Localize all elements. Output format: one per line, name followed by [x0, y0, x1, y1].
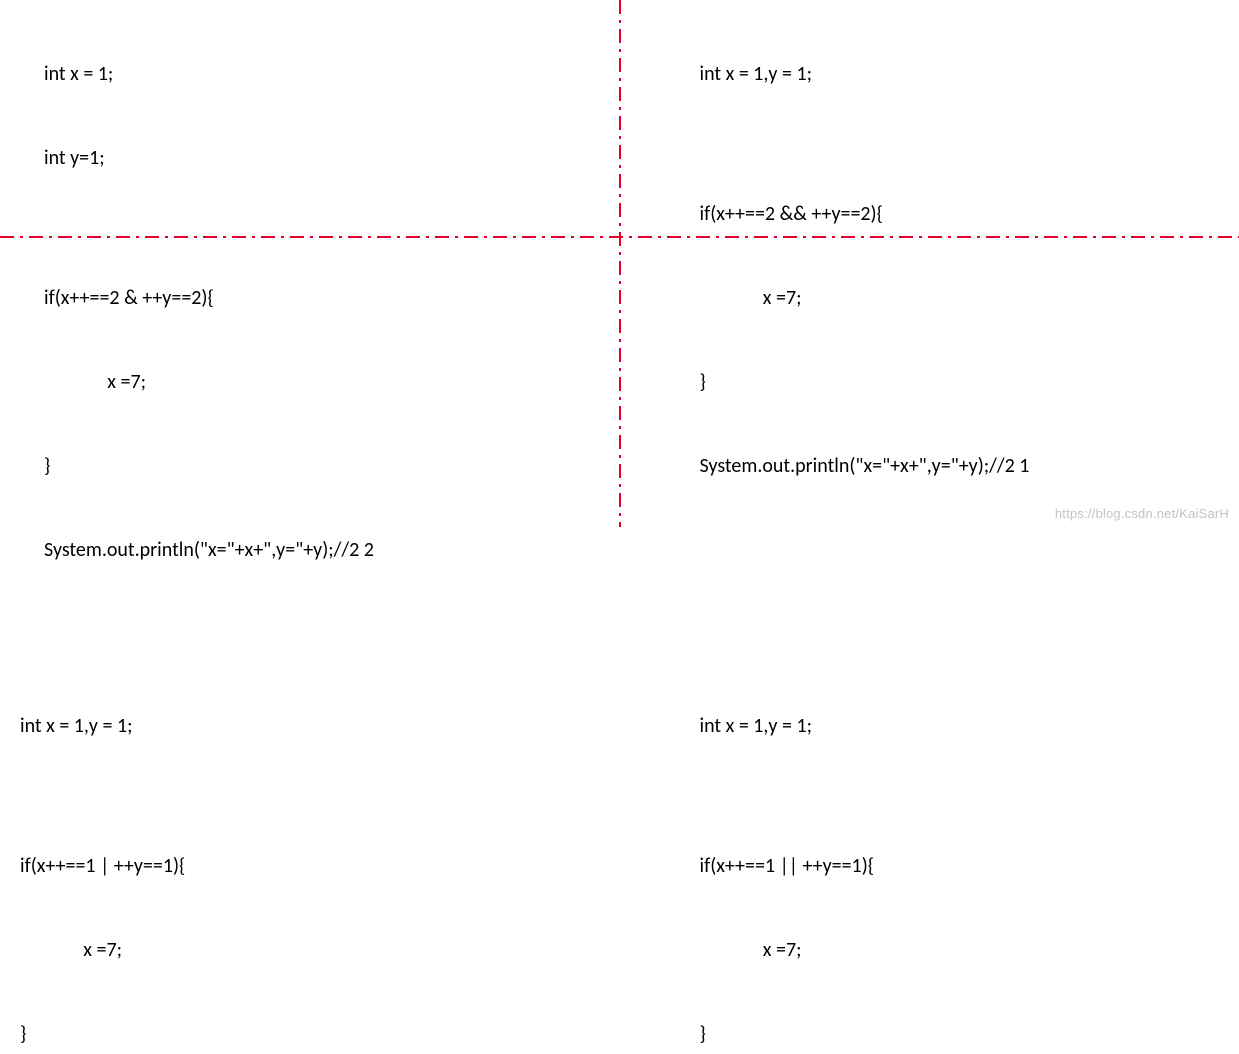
code-line: System.out.println("x="+x+",y="+y);//2 1: [700, 452, 1220, 480]
quadrant-bottom-right: int x = 1,y = 1; if(x++==1 || ++y==1){ x…: [620, 628, 1239, 1054]
code-line: x =7;: [20, 936, 600, 964]
watermark-text: https://blog.csdn.net/KaiSarH: [1055, 506, 1229, 521]
code-line: x =7;: [700, 284, 1220, 312]
code-line: if(x++==1 | ++y==1){: [20, 852, 600, 880]
code-line: if(x++==2 && ++y==2){: [700, 200, 1220, 228]
code-line: System.out.println("x="+x+",y="+y);//2 2: [44, 536, 600, 564]
quadrant-bottom-left: int x = 1,y = 1; if(x++==1 | ++y==1){ x …: [0, 628, 620, 1054]
code-line: }: [700, 1020, 1220, 1048]
code-line: if(x++==2 & ++y==2){: [44, 284, 600, 312]
code-line: int y=1;: [44, 144, 600, 172]
code-line: x =7;: [700, 936, 1220, 964]
code-line: int x = 1,y = 1;: [700, 712, 1220, 740]
code-line: }: [20, 1020, 600, 1048]
code-line: }: [700, 368, 1220, 396]
code-line: int x = 1;: [44, 60, 600, 88]
quadrant-top-right: int x = 1,y = 1; if(x++==2 && ++y==2){ x…: [620, 0, 1239, 628]
code-line: }: [44, 452, 600, 480]
code-line: if(x++==1 || ++y==1){: [700, 852, 1220, 880]
code-line: int x = 1,y = 1;: [700, 60, 1220, 88]
quadrant-top-left: int x = 1; int y=1; if(x++==2 & ++y==2){…: [0, 0, 620, 628]
code-line: x =7;: [44, 368, 600, 396]
code-comparison-grid: int x = 1; int y=1; if(x++==2 & ++y==2){…: [0, 0, 1239, 527]
code-line: int x = 1,y = 1;: [20, 712, 600, 740]
